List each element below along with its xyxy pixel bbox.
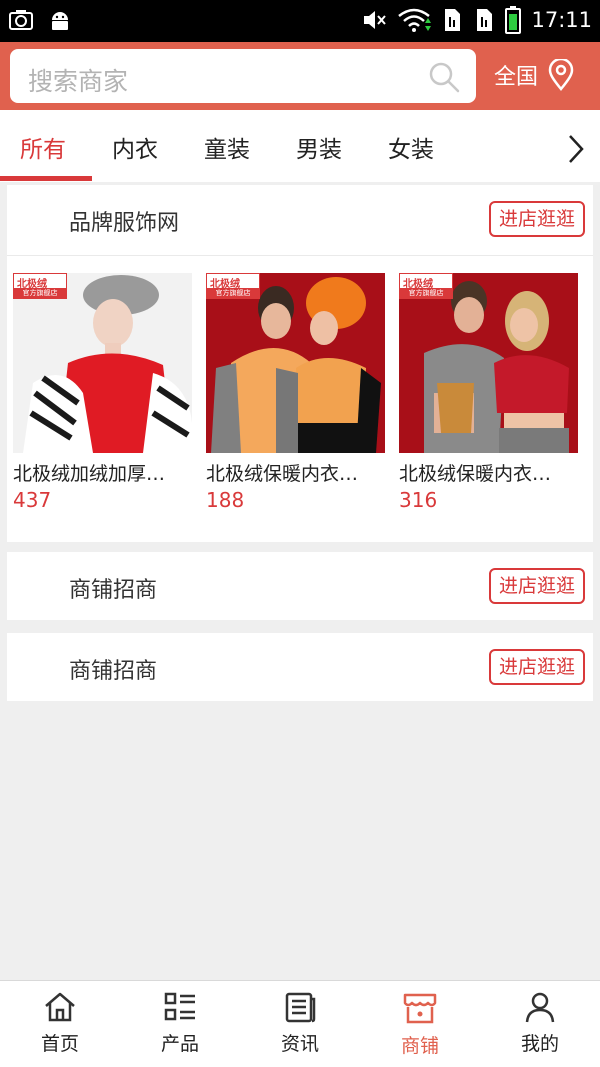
shop-card-header[interactable]: 品牌服饰网 进店逛逛 — [7, 185, 593, 253]
chevron-right-icon[interactable] — [564, 132, 588, 166]
active-tab-indicator — [0, 176, 92, 181]
nav-shops[interactable]: 商铺 — [360, 991, 480, 1058]
nav-label: 我的 — [520, 1033, 559, 1055]
product-name: 北极绒保暖内衣… — [399, 463, 552, 485]
shop-card-header[interactable]: 商铺招商 进店逛逛 — [7, 633, 593, 701]
product-price: 188 — [206, 488, 245, 512]
news-icon — [285, 992, 316, 1023]
nav-label: 首页 — [40, 1033, 79, 1055]
sim1-icon — [445, 9, 461, 31]
category-tabs: 所有 内衣 童装 男装 女装 — [0, 110, 600, 182]
shop-name: 品牌服饰网 — [69, 211, 180, 236]
user-icon — [525, 992, 555, 1023]
visit-shop-button[interactable]: 进店逛逛 — [488, 568, 585, 604]
shop-icon — [403, 993, 437, 1024]
tab-women[interactable]: 女装 — [388, 130, 434, 164]
nav-products[interactable]: 产品 — [120, 991, 240, 1056]
product-photo-couple-red — [399, 273, 578, 453]
product-name: 北极绒加绒加厚… — [13, 463, 166, 485]
visit-shop-button[interactable]: 进店逛逛 — [488, 201, 585, 237]
screenshot-icon — [9, 10, 33, 30]
region-label: 全国 — [494, 65, 539, 90]
product-list-icon — [164, 992, 195, 1021]
location-pin-icon — [548, 59, 574, 91]
brand-badge: 北极绒 官方旗舰店 — [206, 273, 260, 299]
nav-label: 商铺 — [400, 1035, 439, 1057]
brand-badge: 北极绒 官方旗舰店 — [399, 273, 453, 299]
product-item[interactable]: 北极绒 官方旗舰店 北极绒保暖内衣… 188 — [206, 273, 385, 512]
shop-card: 商铺招商 进店逛逛 — [7, 552, 593, 620]
region-selector[interactable]: 全国 — [494, 59, 576, 91]
sim2-icon — [477, 9, 493, 31]
product-list: 北极绒 官方旗舰店 北极绒加绒加厚… 437 北极绒 官方旗舰店 北极绒保暖内衣… — [13, 273, 587, 512]
android-icon — [52, 12, 68, 30]
shop-name: 商铺招商 — [69, 659, 158, 684]
product-name: 北极绒保暖内衣… — [206, 463, 359, 485]
shop-name: 商铺招商 — [69, 578, 158, 603]
home-icon — [45, 992, 75, 1022]
tab-men[interactable]: 男装 — [296, 130, 342, 164]
wifi-icon — [398, 8, 432, 32]
tab-all[interactable]: 所有 — [20, 130, 66, 164]
product-image[interactable]: 北极绒 官方旗舰店 — [13, 273, 192, 453]
nav-label: 产品 — [160, 1033, 199, 1055]
shop-card: 品牌服饰网 进店逛逛 北极绒 官方旗舰店 北极绒加绒加厚… 437 北极绒 官方… — [7, 185, 593, 542]
product-photo-couple-orange — [206, 273, 385, 453]
product-price: 316 — [399, 488, 438, 512]
nav-label: 资讯 — [280, 1033, 319, 1055]
nav-mine[interactable]: 我的 — [480, 991, 600, 1056]
nav-news[interactable]: 资讯 — [240, 991, 360, 1056]
shop-card-header[interactable]: 商铺招商 进店逛逛 — [7, 552, 593, 620]
search-icon[interactable] — [428, 61, 460, 93]
status-time: 17:11 — [531, 8, 592, 32]
visit-shop-button[interactable]: 进店逛逛 — [488, 649, 585, 685]
product-item[interactable]: 北极绒 官方旗舰店 北极绒加绒加厚… 437 — [13, 273, 192, 512]
battery-icon — [505, 6, 522, 34]
top-header: 搜索商家 全国 — [0, 42, 600, 110]
tab-underwear[interactable]: 内衣 — [112, 130, 158, 164]
product-image[interactable]: 北极绒 官方旗舰店 — [206, 273, 385, 453]
divider — [7, 255, 593, 256]
product-price: 437 — [13, 488, 52, 512]
product-item[interactable]: 北极绒 官方旗舰店 北极绒保暖内衣… 316 — [399, 273, 578, 512]
bottom-nav: 首页 产品 资讯 商铺 我的 — [0, 980, 600, 1067]
shop-card: 商铺招商 进店逛逛 — [7, 633, 593, 701]
product-photo-woman-red-fur — [13, 273, 192, 453]
mute-icon — [364, 11, 387, 29]
tab-kids[interactable]: 童装 — [204, 130, 250, 164]
search-placeholder: 搜索商家 — [28, 67, 129, 96]
nav-home[interactable]: 首页 — [0, 991, 120, 1056]
brand-badge: 北极绒 官方旗舰店 — [13, 273, 67, 299]
search-input[interactable]: 搜索商家 — [10, 49, 476, 103]
product-image[interactable]: 北极绒 官方旗舰店 — [399, 273, 578, 453]
status-bar: 17:11 — [0, 0, 600, 42]
